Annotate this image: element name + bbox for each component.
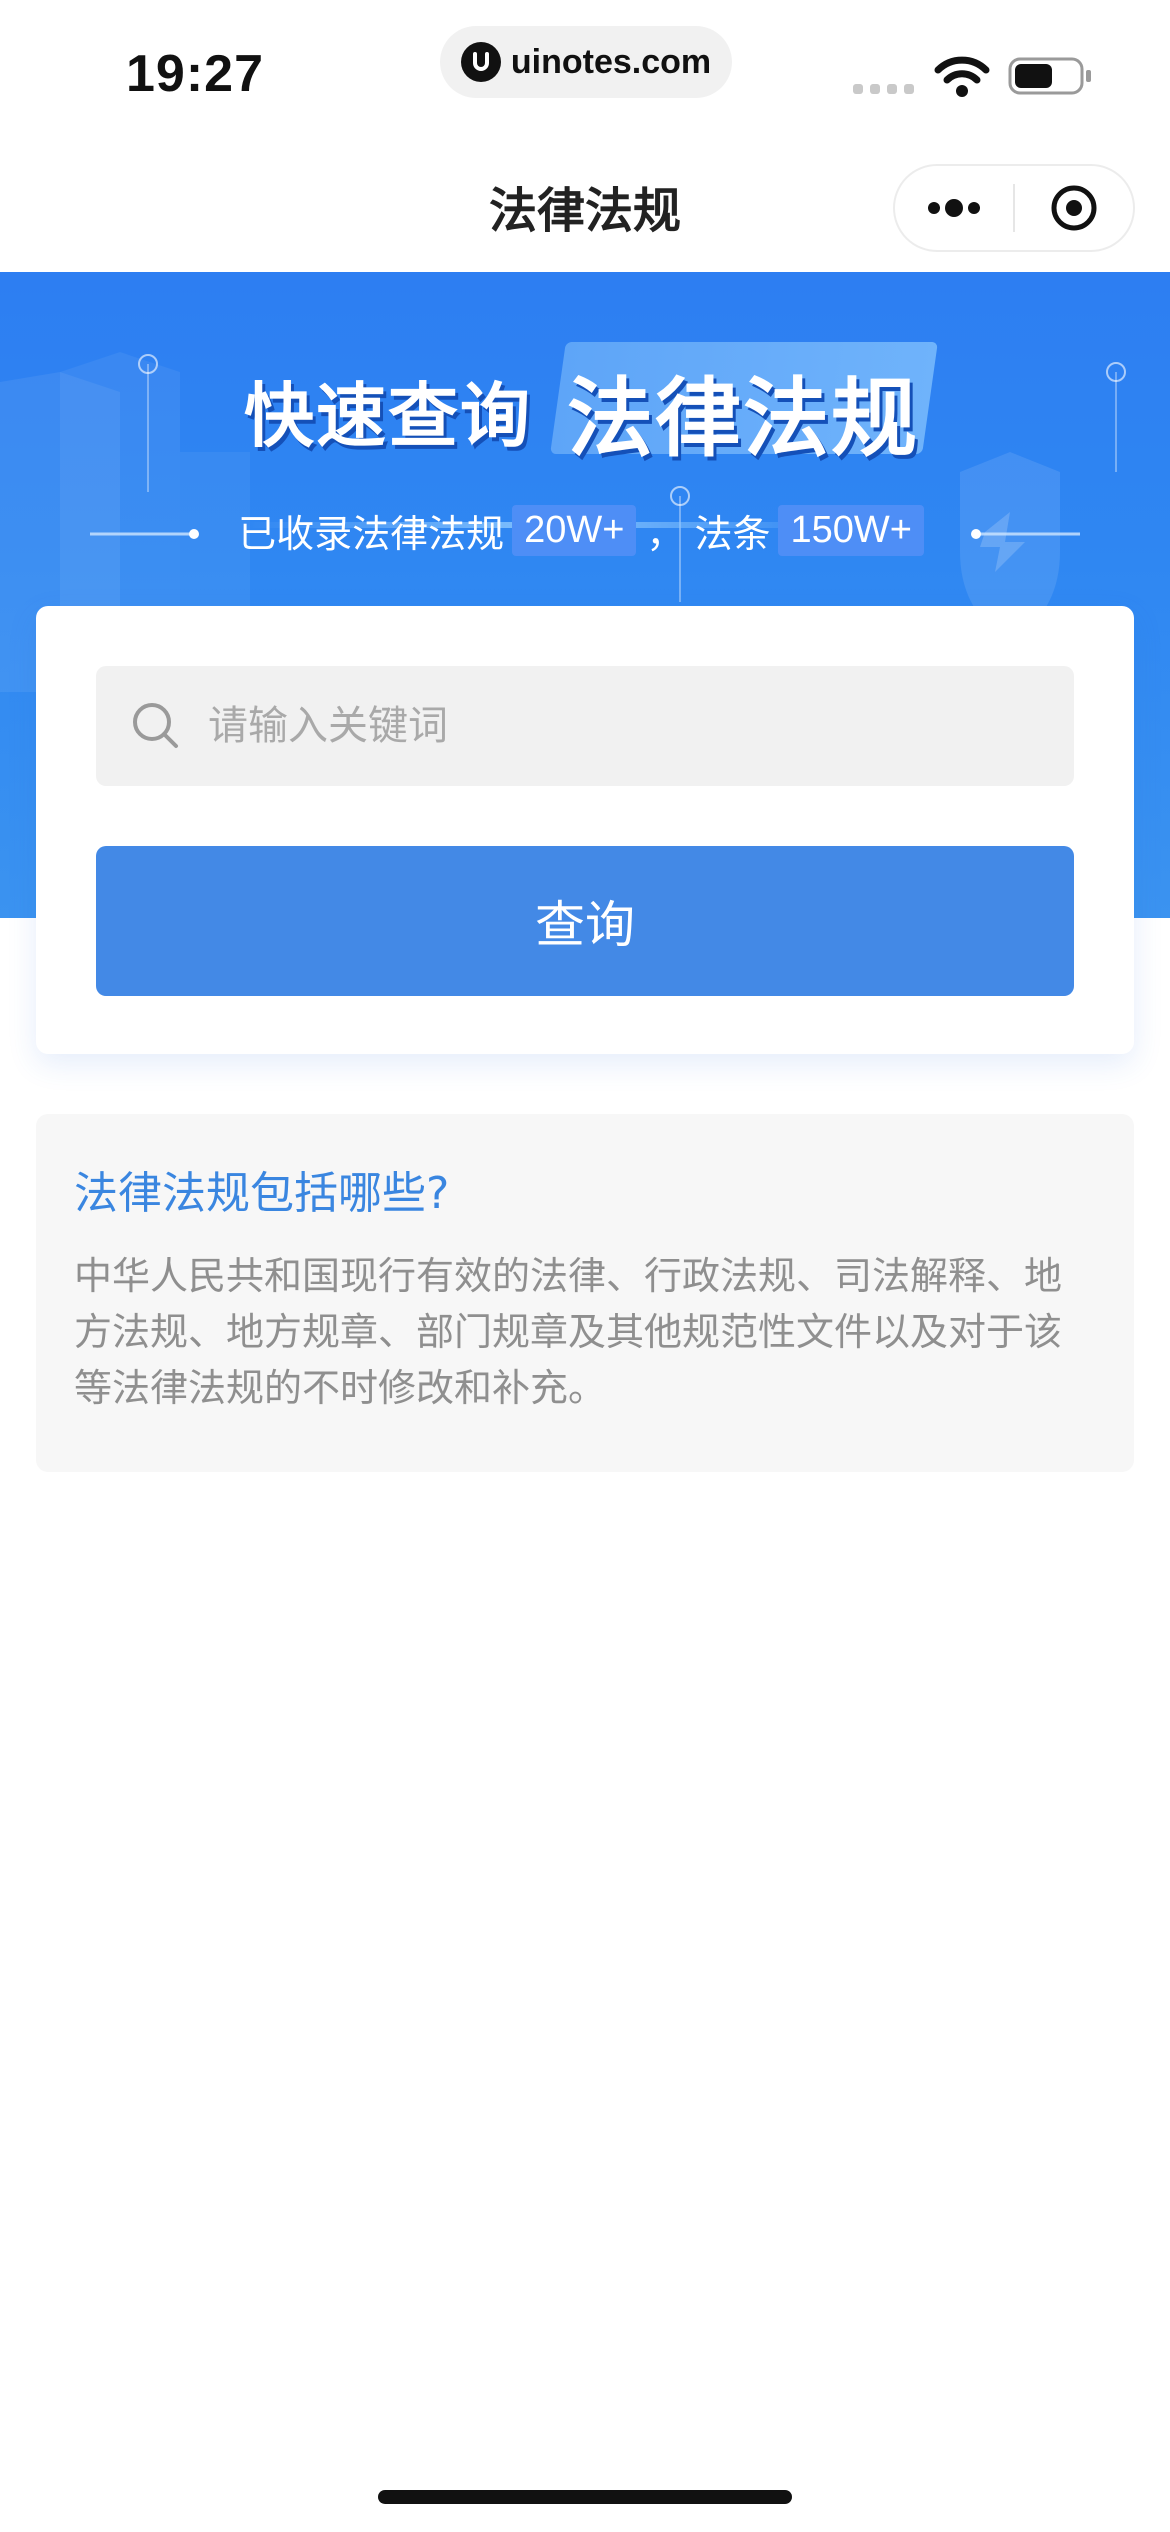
search-icon bbox=[133, 703, 178, 748]
info-card: 法律法规包括哪些? 中华人民共和国现行有效的法律、行政法规、司法解释、地方法规、… bbox=[36, 1114, 1134, 1472]
headline-left: 快速查询 bbox=[244, 375, 532, 457]
page: 19:27 uinotes.com 法律法规 快速查询 法律法规 已收录法律法规… bbox=[0, 0, 1170, 2532]
info-body: 中华人民共和国现行有效的法律、行政法规、司法解释、地方法规、地方规章、部门规章及… bbox=[74, 1254, 1063, 1410]
stats-mid: 法条 bbox=[694, 511, 771, 556]
cellular-signal-icon bbox=[853, 84, 914, 94]
battery-icon bbox=[1008, 57, 1091, 95]
stats-separator: ， bbox=[646, 511, 685, 556]
status-time: 19:27 bbox=[126, 45, 264, 103]
search-card: 查询 bbox=[36, 606, 1134, 1054]
search-input[interactable] bbox=[208, 666, 1074, 786]
stats-articles-count: 150W+ bbox=[778, 504, 924, 556]
query-button[interactable]: 查询 bbox=[96, 846, 1074, 996]
close-button[interactable] bbox=[1015, 164, 1133, 252]
more-button[interactable] bbox=[895, 164, 1013, 252]
search-field[interactable] bbox=[96, 666, 1074, 786]
more-dots-icon bbox=[928, 199, 980, 217]
stats-laws-count: 20W+ bbox=[512, 504, 637, 556]
nav-bar: 法律法规 bbox=[0, 140, 1170, 272]
wifi-icon bbox=[934, 56, 990, 97]
uinotes-logo-icon bbox=[460, 42, 501, 82]
headline-right: 法律法规 bbox=[567, 369, 919, 469]
target-close-icon bbox=[1051, 185, 1097, 231]
status-bar: 19:27 uinotes.com bbox=[0, 0, 1170, 140]
url-pill: uinotes.com bbox=[440, 26, 732, 98]
stats-prefix: 已收录法律法规 bbox=[238, 511, 505, 556]
info-title: 法律法规包括哪些? bbox=[74, 1168, 450, 1219]
home-indicator[interactable] bbox=[378, 2490, 792, 2504]
banner-headline: 快速查询 法律法规 bbox=[240, 342, 940, 528]
banner-stats: 已收录法律法规 20W+ ， 法条 150W+ bbox=[0, 498, 1170, 562]
mini-program-capsule bbox=[893, 164, 1135, 252]
url-text: uinotes.com bbox=[510, 42, 712, 81]
